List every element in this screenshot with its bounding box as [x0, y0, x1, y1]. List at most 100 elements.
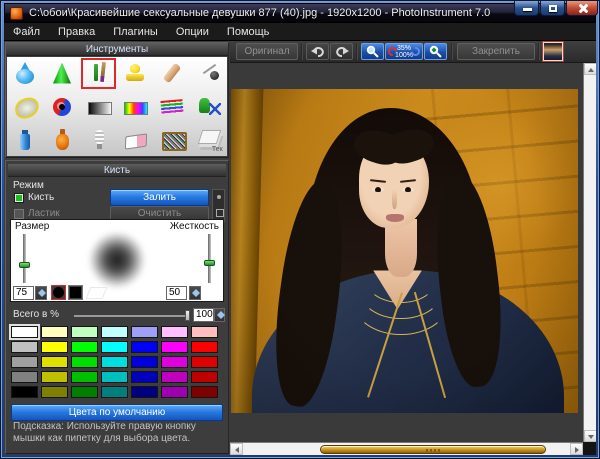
tool-patch[interactable]: [154, 57, 191, 90]
zoom-rotate-display[interactable]: 35% 100%: [385, 43, 423, 60]
tool-clock[interactable]: [7, 90, 44, 123]
tool-water-drop[interactable]: [7, 57, 44, 90]
color-swatch[interactable]: [71, 326, 98, 338]
color-swatch[interactable]: [161, 341, 188, 353]
color-swatch[interactable]: [71, 341, 98, 353]
color-swatch[interactable]: [161, 356, 188, 368]
tool-bottle[interactable]: [44, 123, 81, 156]
color-swatch[interactable]: [131, 386, 158, 398]
color-swatch[interactable]: [41, 341, 68, 353]
color-swatch[interactable]: [131, 371, 158, 383]
polygon-brush-button[interactable]: [86, 287, 108, 299]
tool-bulb[interactable]: [80, 123, 117, 156]
original-button[interactable]: Оригинал: [236, 43, 298, 60]
zoom-out-button[interactable]: [361, 43, 384, 60]
color-swatch[interactable]: [101, 371, 128, 383]
color-swatch[interactable]: [71, 386, 98, 398]
tool-red-eye[interactable]: [44, 90, 81, 123]
color-palette: [11, 326, 218, 398]
menu-options[interactable]: Опции: [167, 24, 218, 40]
menu-plugins[interactable]: Плагины: [104, 24, 167, 40]
total-spinner[interactable]: [214, 308, 225, 322]
total-slider-thumb[interactable]: [185, 310, 190, 321]
color-swatch[interactable]: [161, 386, 188, 398]
redo-button[interactable]: [330, 43, 353, 60]
minimize-button[interactable]: [514, 1, 539, 16]
color-swatch[interactable]: [11, 371, 38, 383]
scroll-right-button[interactable]: [570, 443, 583, 455]
eraser-checkbox[interactable]: [14, 209, 24, 219]
size-slider-track[interactable]: [23, 234, 26, 283]
color-swatch[interactable]: [11, 386, 38, 398]
scroll-up-button[interactable]: [584, 63, 596, 75]
vertical-scrollbar[interactable]: [583, 63, 596, 442]
square-brush-button[interactable]: [68, 285, 83, 300]
color-swatch[interactable]: [131, 341, 158, 353]
total-value-field[interactable]: 100: [193, 308, 214, 322]
menu-help[interactable]: Помощь: [218, 24, 279, 40]
brush-checkbox-label[interactable]: Кисть: [28, 192, 54, 203]
color-swatch[interactable]: [161, 326, 188, 338]
default-colors-button[interactable]: Цвета по умолчанию: [11, 404, 223, 421]
tool-brushes[interactable]: [80, 57, 117, 90]
color-swatch[interactable]: [191, 326, 218, 338]
tool-color-lines[interactable]: [154, 90, 191, 123]
color-swatch[interactable]: [11, 356, 38, 368]
color-swatch[interactable]: [41, 326, 68, 338]
color-swatch[interactable]: [41, 356, 68, 368]
tool-pin[interactable]: [190, 57, 227, 90]
color-swatch[interactable]: [71, 356, 98, 368]
hardness-slider-track[interactable]: [208, 234, 211, 283]
tool-stamp[interactable]: [117, 57, 154, 90]
tool-tube[interactable]: [7, 123, 44, 156]
brush-checkbox[interactable]: [14, 193, 24, 203]
menu-edit[interactable]: Правка: [49, 24, 104, 40]
color-swatch[interactable]: [71, 371, 98, 383]
pin-button[interactable]: Закрепить: [457, 43, 535, 60]
hardness-slider-thumb[interactable]: [204, 260, 215, 266]
total-slider-track[interactable]: [74, 315, 188, 317]
color-swatch[interactable]: [101, 356, 128, 368]
color-swatch[interactable]: [131, 326, 158, 338]
fill-button[interactable]: Залить: [110, 189, 209, 206]
horizontal-scrollbar[interactable]: [230, 442, 583, 455]
tool-gray-gradient[interactable]: [80, 90, 117, 123]
scroll-down-button[interactable]: [584, 430, 596, 442]
color-swatch[interactable]: [101, 341, 128, 353]
horizontal-scroll-thumb[interactable]: [320, 445, 546, 454]
scroll-left-button[interactable]: [230, 443, 243, 455]
color-swatch[interactable]: [101, 326, 128, 338]
color-swatch[interactable]: [41, 386, 68, 398]
color-swatch[interactable]: [161, 371, 188, 383]
hardness-spinner[interactable]: [189, 286, 201, 300]
tool-tv-noise[interactable]: [154, 123, 191, 156]
tool-text[interactable]: Тек: [190, 123, 227, 156]
tool-rainbow-gradient[interactable]: [117, 90, 154, 123]
hardness-value-field[interactable]: 50: [166, 286, 187, 300]
tool-clone-scissors[interactable]: [190, 90, 227, 123]
undo-button[interactable]: [306, 43, 329, 60]
round-brush-button[interactable]: [51, 285, 66, 300]
color-swatch[interactable]: [191, 386, 218, 398]
color-swatch[interactable]: [191, 341, 218, 353]
tool-cone[interactable]: [44, 57, 81, 90]
maximize-button[interactable]: [540, 1, 565, 16]
size-slider-thumb[interactable]: [19, 262, 30, 268]
color-swatch[interactable]: [101, 386, 128, 398]
color-swatch[interactable]: [11, 326, 38, 338]
color-swatch[interactable]: [191, 371, 218, 383]
brush-side-control[interactable]: [212, 189, 225, 222]
menu-file[interactable]: Файл: [4, 24, 49, 40]
color-swatch[interactable]: [41, 371, 68, 383]
close-button[interactable]: [566, 1, 598, 16]
size-spinner[interactable]: [35, 286, 47, 300]
zoom-in-button[interactable]: [424, 43, 447, 60]
image-thumbnail[interactable]: [543, 42, 563, 61]
vignette: [231, 89, 578, 413]
color-swatch[interactable]: [131, 356, 158, 368]
color-swatch[interactable]: [11, 341, 38, 353]
size-value-field[interactable]: 75: [13, 286, 34, 300]
tool-eraser[interactable]: [117, 123, 154, 156]
color-swatch[interactable]: [191, 356, 218, 368]
photo-image[interactable]: [231, 89, 578, 413]
